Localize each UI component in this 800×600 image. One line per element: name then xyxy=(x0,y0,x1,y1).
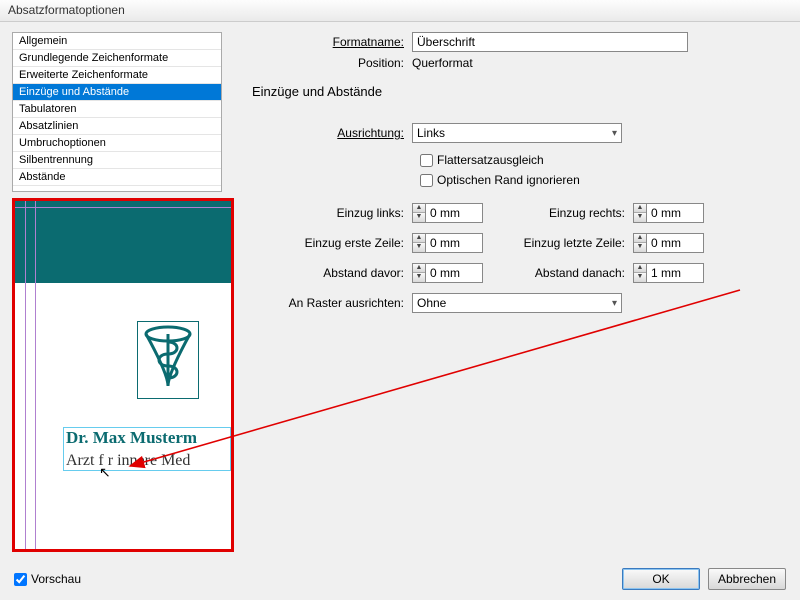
section-title: Einzüge und Abstände xyxy=(252,84,788,99)
settings-panel: Formatname: Position: Querformat Einzüge… xyxy=(236,32,788,552)
paragraph-style-dialog: Absatzformatoptionen Allgemein Grundlege… xyxy=(0,0,800,600)
category-sidebar[interactable]: Allgemein Grundlegende Zeichenformate Er… xyxy=(12,32,222,192)
optical-label: Optischen Rand ignorieren xyxy=(437,173,580,187)
preview-checkbox-row: Vorschau xyxy=(14,572,81,586)
sidebar-item-umbruch[interactable]: Umbruchoptionen xyxy=(13,135,221,152)
einzug-letzte-stepper[interactable]: ▲▼ xyxy=(633,233,704,253)
einzug-rechts-input[interactable] xyxy=(646,203,704,223)
danach-stepper[interactable]: ▲▼ xyxy=(633,263,704,283)
danach-input[interactable] xyxy=(646,263,704,283)
preview-heading-frame: Dr. Max Musterm Arzt f r innere Med xyxy=(63,427,231,471)
einzug-erste-input[interactable] xyxy=(425,233,483,253)
einzug-erste-label: Einzug erste Zeile: xyxy=(252,236,412,250)
flatter-label: Flattersatzausgleich xyxy=(437,153,544,167)
preview-name: Dr. Max Musterm xyxy=(66,428,228,448)
flatter-checkbox[interactable] xyxy=(420,154,433,167)
position-label: Position: xyxy=(252,56,412,70)
grid-select[interactable]: Ohne xyxy=(412,293,622,313)
preview-subtitle: Arzt f r innere Med xyxy=(66,452,228,470)
formatname-input[interactable] xyxy=(412,32,688,52)
dialog-footer: Vorschau OK Abbrechen xyxy=(14,568,786,590)
sidebar-item-tabulatoren[interactable]: Tabulatoren xyxy=(13,101,221,118)
einzug-links-input[interactable] xyxy=(425,203,483,223)
einzug-erste-stepper[interactable]: ▲▼ xyxy=(412,233,483,253)
sidebar-item-silbentrennung[interactable]: Silbentrennung xyxy=(13,152,221,169)
davor-label: Abstand davor: xyxy=(252,266,412,280)
davor-input[interactable] xyxy=(425,263,483,283)
asclepius-icon xyxy=(137,321,199,399)
flatter-checkbox-row: Flattersatzausgleich xyxy=(420,153,788,167)
optical-checkbox-row: Optischen Rand ignorieren xyxy=(420,173,788,187)
sidebar-item-einzuege[interactable]: Einzüge und Abstände xyxy=(13,84,221,101)
alignment-select[interactable]: Links xyxy=(412,123,622,143)
sidebar-item-allgemein[interactable]: Allgemein xyxy=(13,33,221,50)
dialog-titlebar: Absatzformatoptionen xyxy=(0,0,800,22)
optical-checkbox[interactable] xyxy=(420,174,433,187)
ok-button[interactable]: OK xyxy=(622,568,700,590)
preview-panel: Dr. Max Musterm Arzt f r innere Med ↖ xyxy=(12,198,234,552)
sidebar-item-grundlegende[interactable]: Grundlegende Zeichenformate xyxy=(13,50,221,67)
einzug-links-stepper[interactable]: ▲▼ xyxy=(412,203,483,223)
preview-checkbox[interactable] xyxy=(14,573,27,586)
sidebar-item-abstaende[interactable]: Abstände xyxy=(13,169,221,186)
einzug-rechts-label: Einzug rechts: xyxy=(483,206,633,220)
preview-checkbox-label: Vorschau xyxy=(31,572,81,586)
cancel-button[interactable]: Abbrechen xyxy=(708,568,786,590)
grid-label: An Raster ausrichten: xyxy=(252,296,412,310)
sidebar-item-absatzlinien[interactable]: Absatzlinien xyxy=(13,118,221,135)
sidebar-item-erweiterte[interactable]: Erweiterte Zeichenformate xyxy=(13,67,221,84)
einzug-letzte-input[interactable] xyxy=(646,233,704,253)
davor-stepper[interactable]: ▲▼ xyxy=(412,263,483,283)
einzug-letzte-label: Einzug letzte Zeile: xyxy=(483,236,633,250)
alignment-label: Ausrichtung: xyxy=(252,126,412,140)
einzug-links-label: Einzug links: xyxy=(252,206,412,220)
einzug-rechts-stepper[interactable]: ▲▼ xyxy=(633,203,704,223)
position-value: Querformat xyxy=(412,56,473,70)
formatname-label: Formatname: xyxy=(252,35,412,49)
danach-label: Abstand danach: xyxy=(483,266,633,280)
